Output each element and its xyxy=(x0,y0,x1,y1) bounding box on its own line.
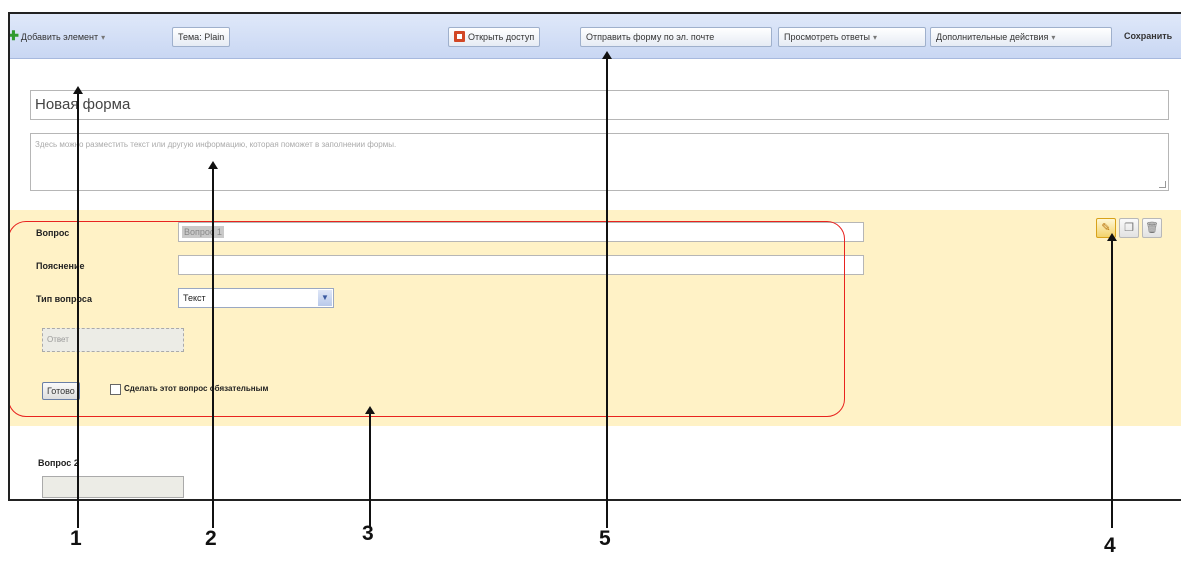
view-responses-label: Просмотреть ответы xyxy=(784,32,871,42)
callout-number-5: 5 xyxy=(599,527,611,550)
add-item-label: Добавить элемент xyxy=(20,32,99,42)
plus-icon: ✚ xyxy=(8,28,19,43)
more-actions-button[interactable]: Дополнительные действия ▾ xyxy=(930,27,1112,47)
email-form-button[interactable]: Отправить форму по эл. почте xyxy=(580,27,772,47)
share-label: Открыть доступ xyxy=(468,32,535,42)
toolbar: ✚ Добавить элемент ▾ Тема: Plain Открыть д… xyxy=(10,14,1181,59)
chevron-down-icon: ▾ xyxy=(101,33,106,42)
question-title-value: Вопрос 1 xyxy=(182,226,224,238)
required-checkbox[interactable] xyxy=(110,384,121,395)
callout-number-3: 3 xyxy=(362,522,374,545)
form-title-input[interactable]: Новая форма xyxy=(30,90,1169,120)
theme-label: Тема: Plain xyxy=(178,32,225,42)
form-description-placeholder: Здесь можно разместить текст или другую … xyxy=(35,140,397,149)
view-responses-button[interactable]: Просмотреть ответы ▾ xyxy=(778,27,926,47)
question-2-label: Вопрос 2 xyxy=(38,458,79,468)
done-label: Готово xyxy=(47,386,75,396)
form-title-text: Новая форма xyxy=(35,96,131,113)
resize-handle-icon[interactable] xyxy=(1159,181,1166,188)
help-text-label: Пояснение xyxy=(36,261,85,271)
save-button[interactable]: Сохранить xyxy=(1120,27,1181,47)
trash-icon: 🗑 xyxy=(1145,222,1159,234)
help-text-input[interactable] xyxy=(178,255,864,275)
add-item-button[interactable]: ✚ Добавить элемент ▾ xyxy=(8,27,110,47)
question-type-value: Текст xyxy=(183,293,206,303)
duplicate-icon: ❐ xyxy=(1124,222,1134,234)
question-2-answer-field xyxy=(42,476,184,498)
form-editor-window: ✚ Добавить элемент ▾ Тема: Plain Открыть д… xyxy=(8,12,1181,501)
share-button[interactable]: Открыть доступ xyxy=(448,27,541,47)
duplicate-question-button[interactable]: ❐ xyxy=(1119,218,1139,238)
theme-button[interactable]: Тема: Plain xyxy=(172,27,231,47)
required-label: Сделать этот вопрос обязательным xyxy=(124,384,269,393)
callout-number-4: 4 xyxy=(1104,534,1116,557)
chevron-down-icon: ▼ xyxy=(318,290,332,306)
more-actions-label: Дополнительные действия xyxy=(936,32,1049,42)
question-title-input[interactable]: Вопрос 1 xyxy=(178,222,864,242)
form-description-input[interactable]: Здесь можно разместить текст или другую … xyxy=(30,133,1169,191)
pencil-icon: ✎ xyxy=(1101,222,1111,234)
question-label: Вопрос xyxy=(36,228,70,238)
question-type-select[interactable]: Текст ▼ xyxy=(178,288,334,308)
callout-number-2: 2 xyxy=(205,527,217,550)
done-button[interactable]: Готово xyxy=(42,382,80,400)
callout-number-1: 1 xyxy=(70,527,82,550)
email-form-label: Отправить форму по эл. почте xyxy=(586,32,715,42)
share-icon xyxy=(454,31,465,42)
chevron-down-icon: ▾ xyxy=(1051,33,1056,42)
delete-question-button[interactable]: 🗑 xyxy=(1142,218,1162,238)
save-label: Сохранить xyxy=(1124,31,1173,41)
answer-preview-field: Ответ xyxy=(42,328,184,352)
edit-question-button[interactable]: ✎ xyxy=(1096,218,1116,238)
chevron-down-icon: ▾ xyxy=(873,33,878,42)
answer-placeholder: Ответ xyxy=(47,335,69,344)
question-editor-panel: Вопрос Вопрос 1 Пояснение Тип вопроса Те… xyxy=(10,210,1181,426)
question-type-label: Тип вопроса xyxy=(36,294,92,304)
